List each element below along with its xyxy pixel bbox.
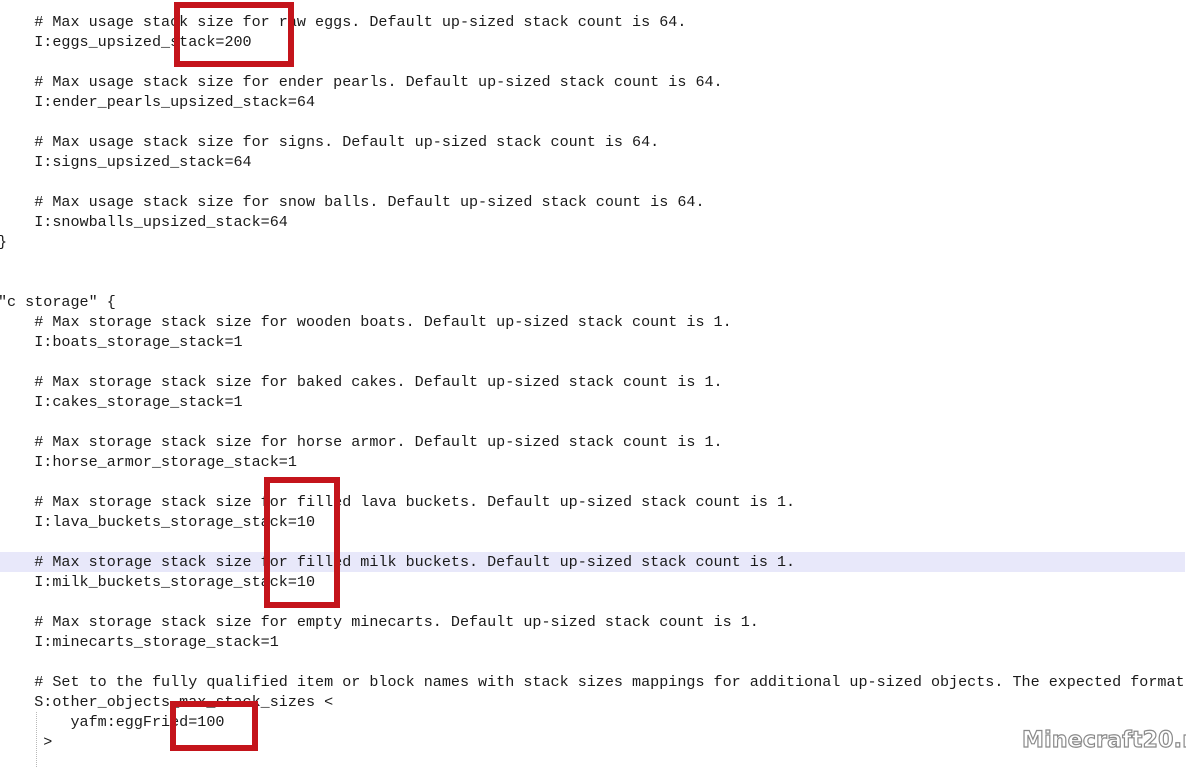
code-line[interactable]: # Max storage stack size for filled lava… — [0, 492, 1185, 512]
code-line[interactable] — [0, 652, 1185, 672]
code-line[interactable] — [0, 592, 1185, 612]
code-line[interactable]: I:boats_storage_stack=1 — [0, 332, 1185, 352]
code-line[interactable] — [0, 112, 1185, 132]
code-line[interactable]: I:milk_buckets_storage_stack=10 — [0, 572, 1185, 592]
code-line[interactable] — [0, 412, 1185, 432]
code-line[interactable]: # Max storage stack size for wooden boat… — [0, 312, 1185, 332]
code-line[interactable] — [0, 172, 1185, 192]
highlight-box-eggs — [174, 2, 294, 67]
code-line[interactable] — [0, 352, 1185, 372]
highlight-box-egg-fried — [170, 701, 258, 751]
code-line[interactable]: # Max usage stack size for ender pearls.… — [0, 72, 1185, 92]
code-line[interactable]: I:minecarts_storage_stack=1 — [0, 632, 1185, 652]
code-line[interactable]: # Max storage stack size for horse armor… — [0, 432, 1185, 452]
code-line[interactable]: I:lava_buckets_storage_stack=10 — [0, 512, 1185, 532]
text-editor[interactable]: # Max usage stack size for raw eggs. Def… — [0, 0, 1186, 767]
code-line[interactable]: I:cakes_storage_stack=1 — [0, 392, 1185, 412]
code-line[interactable]: I:signs_upsized_stack=64 — [0, 152, 1185, 172]
code-line[interactable]: I:ender_pearls_upsized_stack=64 — [0, 92, 1185, 112]
code-line[interactable] — [0, 532, 1185, 552]
code-line[interactable]: I:horse_armor_storage_stack=1 — [0, 452, 1185, 472]
code-area[interactable]: # Max usage stack size for raw eggs. Def… — [0, 12, 1185, 752]
code-line[interactable]: "c storage" { — [0, 292, 1185, 312]
code-line[interactable]: # Max storage stack size for baked cakes… — [0, 372, 1185, 392]
code-line[interactable] — [0, 252, 1185, 272]
code-line[interactable]: # Set to the fully qualified item or blo… — [0, 672, 1184, 692]
watermark: Minecraft20.ru — [1021, 727, 1186, 753]
code-line[interactable] — [0, 472, 1185, 492]
highlight-box-buckets — [264, 477, 340, 608]
code-line[interactable]: # Max usage stack size for snow balls. D… — [0, 192, 1185, 212]
code-line[interactable]: I:snowballs_upsized_stack=64 — [0, 212, 1185, 232]
code-line-current[interactable]: # Max storage stack size for filled milk… — [0, 552, 1185, 572]
code-line[interactable]: # Max storage stack size for empty minec… — [0, 612, 1185, 632]
code-line[interactable] — [0, 272, 1185, 292]
code-line[interactable]: } — [0, 232, 1185, 252]
code-line[interactable]: # Max usage stack size for signs. Defaul… — [0, 132, 1185, 152]
